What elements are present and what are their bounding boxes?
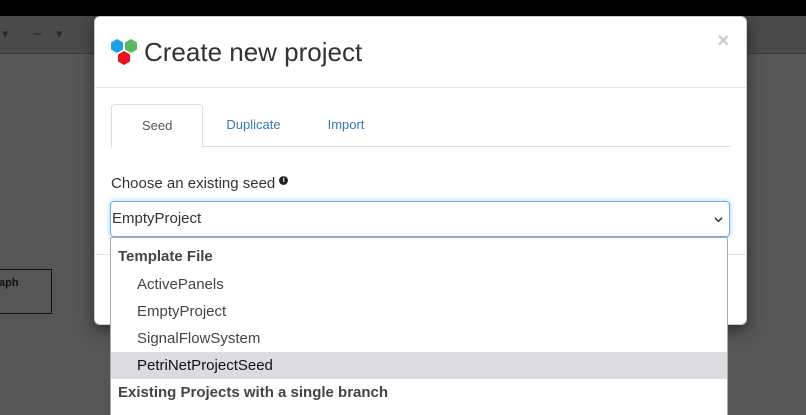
toolbar-dropdown-icon: ▾	[2, 26, 9, 41]
seed-option-signalflowsystem[interactable]: SignalFlowSystem	[111, 325, 727, 352]
option-group-header: Existing Projects with a single branch	[118, 384, 389, 401]
tab-import[interactable]: Import	[307, 104, 386, 147]
option-group-header: Template File	[118, 248, 213, 265]
seed-option-petrinetprojectseed[interactable]: PetriNetProjectSeed	[111, 352, 727, 379]
dialog-header: Create new project ×	[95, 17, 746, 88]
seed-label-text: Choose an existing seed	[111, 175, 276, 192]
close-button[interactable]: ×	[717, 31, 729, 51]
tab-duplicate[interactable]: Duplicate	[205, 104, 304, 147]
seed-select[interactable]: EmptyProject	[110, 201, 730, 237]
canvas-node: aph	[0, 269, 52, 314]
chevron-down-icon	[714, 217, 723, 223]
seed-dropdown-list: Template File ActivePanels EmptyProject …	[110, 237, 728, 415]
seed-option-activepanels[interactable]: ActivePanels	[111, 271, 727, 298]
tab-seed[interactable]: Seed	[111, 104, 204, 148]
seed-select-value: EmptyProject	[112, 210, 202, 227]
app-top-bar	[0, 0, 806, 16]
project-source-tabs: Seed Duplicate Import	[111, 104, 731, 148]
seed-option-emptyproject[interactable]: EmptyProject	[111, 298, 727, 325]
seed-field-label: Choose an existing seed i	[111, 175, 289, 192]
webgme-logo-icon	[111, 39, 137, 65]
toolbar-dropdown-icon: ▾	[56, 26, 63, 41]
info-icon[interactable]: i	[279, 176, 289, 185]
line-style-icon: ∼	[32, 26, 43, 41]
dialog-title: Create new project	[144, 37, 363, 67]
canvas-node-label: aph	[0, 277, 19, 289]
